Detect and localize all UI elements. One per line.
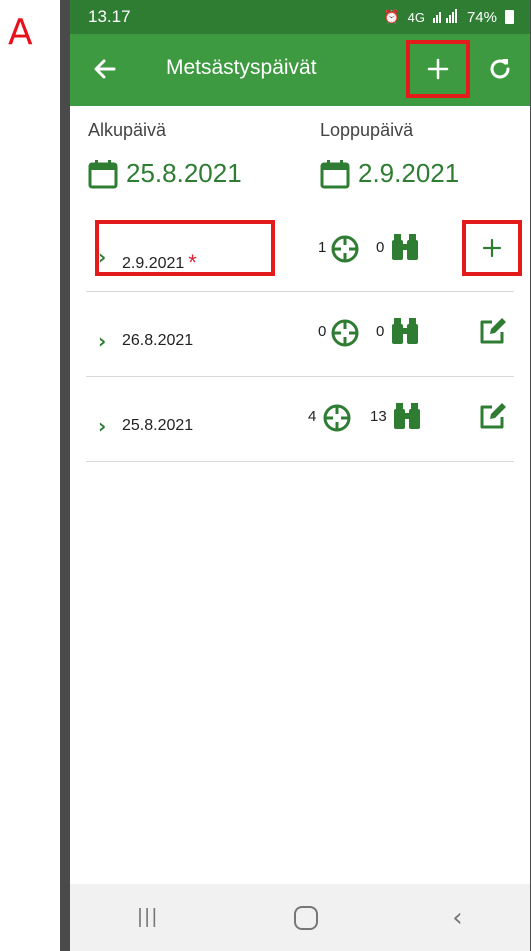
crosshair-icon [331, 235, 359, 263]
binoculars-icon [392, 318, 418, 344]
end-date-picker[interactable]: 2.9.2021 [320, 158, 459, 189]
day-row[interactable]: › 2.9.2021 * 1 0 [86, 218, 522, 302]
network-type: 4G [407, 9, 425, 25]
back-nav-icon[interactable]: ‹ [452, 903, 462, 933]
crosshair-icon [323, 404, 351, 432]
page-title: Metsästyspäivät [166, 56, 317, 79]
binoculars-icon [392, 234, 418, 260]
arrow-left-icon[interactable] [92, 52, 122, 86]
start-date-value: 25.8.2021 [126, 158, 242, 188]
system-nav-bar: ||| ‹ [70, 884, 530, 951]
edit-icon[interactable] [478, 316, 508, 346]
row-divider [86, 461, 514, 462]
required-marker: * [188, 250, 197, 275]
row-divider [86, 291, 514, 292]
observations-count: 0 [376, 239, 385, 256]
day-row[interactable]: › 26.8.2021 0 0 [86, 302, 514, 386]
observations-count: 13 [370, 408, 387, 425]
row-divider [86, 376, 514, 377]
observations-count: 0 [376, 323, 385, 340]
app-bar: Metsästyspäivät [70, 34, 530, 106]
phone-screen: 13.17 ⏰ 4G 74% Metsästyspäivät Alkupäivä… [70, 0, 530, 951]
alarm-icon: ⏰ [383, 9, 400, 24]
recents-icon[interactable]: ||| [137, 906, 159, 929]
edit-icon[interactable] [478, 401, 508, 431]
refresh-icon[interactable] [484, 52, 516, 86]
chevron-right-icon[interactable]: › [98, 414, 106, 438]
day-row[interactable]: › 25.8.2021 4 13 [86, 387, 514, 471]
start-date-label: Alkupäivä [88, 120, 167, 140]
day-date: 2.9.2021 [122, 255, 185, 272]
plus-icon [427, 58, 449, 80]
signal-icon [432, 8, 459, 26]
chevron-right-icon[interactable]: › [98, 329, 106, 353]
plus-icon [482, 238, 502, 258]
binoculars-icon [394, 403, 420, 429]
day-date: 26.8.2021 [122, 332, 194, 349]
status-icons: ⏰ 4G 74% [383, 8, 514, 26]
add-entry-button[interactable] [462, 220, 522, 276]
add-day-button[interactable] [406, 40, 470, 98]
end-date-value: 2.9.2021 [358, 158, 460, 188]
shots-count: 1 [318, 239, 327, 256]
figure-label: A [8, 12, 33, 53]
status-bar: 13.17 ⏰ 4G 74% [70, 0, 530, 34]
calendar-icon [88, 159, 118, 188]
start-date-picker[interactable]: 25.8.2021 [88, 158, 242, 189]
battery-icon [505, 10, 514, 24]
day-date: 25.8.2021 [122, 417, 194, 434]
shots-count: 0 [318, 323, 327, 340]
chevron-right-icon[interactable]: › [98, 245, 106, 269]
crosshair-icon [331, 319, 359, 347]
calendar-icon [320, 159, 350, 188]
shots-count: 4 [308, 408, 317, 425]
status-time: 13.17 [88, 7, 131, 26]
battery-level: 74% [466, 8, 497, 26]
home-icon[interactable] [293, 905, 318, 930]
end-date-label: Loppupäivä [320, 120, 414, 140]
